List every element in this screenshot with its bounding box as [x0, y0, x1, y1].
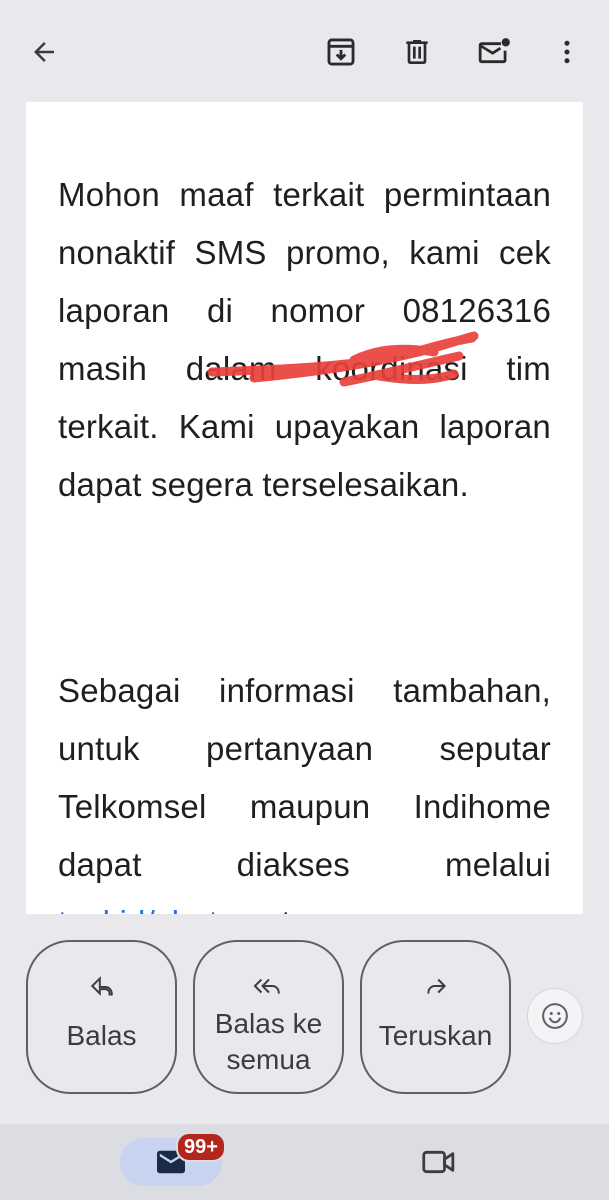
forward-label: Teruskan: [378, 1020, 493, 1051]
reply-label: Balas: [66, 1020, 137, 1051]
trash-icon: [406, 40, 428, 64]
bottom-navigation: 99+: [0, 1124, 609, 1200]
video-camera-icon: [422, 1150, 455, 1174]
forward-icon: [426, 978, 446, 994]
reply-all-button[interactable]: Balas ke semua: [193, 940, 344, 1094]
more-vert-icon: [564, 40, 570, 64]
delete-button[interactable]: [391, 26, 443, 78]
mail-unread-icon: [478, 38, 510, 64]
reply-icon: [90, 976, 113, 996]
nav-meet-tab[interactable]: [418, 1144, 460, 1180]
mark-unread-button[interactable]: [468, 26, 520, 78]
archive-icon: [327, 38, 355, 66]
more-options-button[interactable]: [541, 26, 593, 78]
arrow-left-icon: [34, 42, 54, 62]
archive-button[interactable]: [315, 26, 367, 78]
chatva-link[interactable]: tsel.id/chatva: [58, 904, 253, 914]
paragraph-2-tail: atau menu: [253, 904, 421, 914]
reply-actions: Balas Balas ke semua Teruskan: [0, 914, 609, 1124]
forward-button[interactable]: Teruskan: [360, 940, 511, 1094]
emoji-smile-icon: [542, 1003, 568, 1029]
reply-all-label: Balas ke semua: [214, 1008, 323, 1075]
paragraph-2-text: Sebagai informasi tambahan, untuk pertan…: [58, 672, 551, 883]
emoji-reaction-button[interactable]: [527, 988, 583, 1044]
back-button[interactable]: [18, 26, 70, 78]
reply-all-icon: [253, 978, 280, 994]
message-paragraph-1: Mohon maaf terkait permintaan nonaktif S…: [58, 176, 551, 503]
top-toolbar: [0, 0, 609, 102]
unread-count-badge: 99+: [176, 1132, 226, 1162]
reply-button[interactable]: Balas: [26, 940, 177, 1094]
email-body: Mohon maaf terkait permintaan nonaktif S…: [26, 102, 583, 914]
message-paragraph-2: Sebagai informasi tambahan, untuk pertan…: [58, 662, 551, 914]
